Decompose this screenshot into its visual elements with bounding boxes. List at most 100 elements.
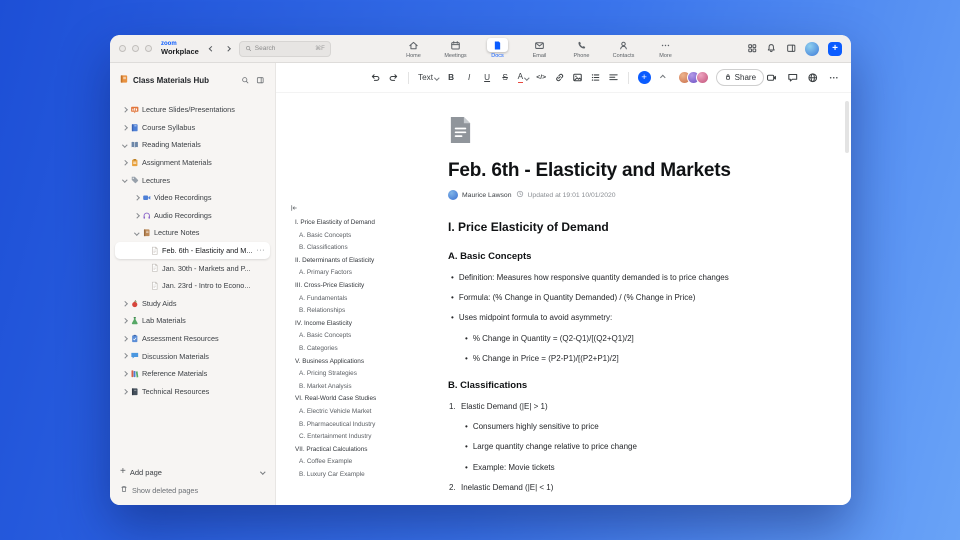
sidebar-item[interactable]: Assessment Resources	[115, 330, 270, 348]
doc-bullet[interactable]: • % Change in Quantity = (Q2-Q1)/[(Q2+Q1)…	[465, 334, 844, 343]
doc-heading[interactable]: B. Classifications	[448, 380, 844, 391]
toc-item[interactable]: V. Business Applications	[290, 356, 402, 369]
toc-item[interactable]: B. Classifications	[290, 242, 402, 255]
undo-button[interactable]	[370, 70, 381, 85]
chevron-right-icon[interactable]	[120, 107, 129, 113]
notifications-icon[interactable]	[766, 43, 777, 54]
chevron-right-icon[interactable]	[120, 353, 129, 359]
toc-item[interactable]: B. Relationships	[290, 305, 402, 318]
tab-meetings[interactable]: Meetings	[436, 38, 475, 59]
tab-phone[interactable]: Phone	[562, 38, 601, 59]
side-panel-icon[interactable]	[786, 43, 797, 54]
bulleted-list-button[interactable]	[590, 70, 601, 85]
toc-item[interactable]: I. Price Elasticity of Demand	[290, 217, 402, 230]
collaborator-avatars[interactable]	[677, 71, 709, 84]
tab-contacts[interactable]: Contacts	[604, 38, 643, 59]
doc-bullet[interactable]: • % Change in Price = (P2-P1)/[(P2+P1)/2]	[465, 354, 844, 363]
tab-home[interactable]: Home	[394, 38, 433, 59]
underline-button[interactable]: U	[482, 70, 493, 85]
chevron-right-icon[interactable]	[120, 388, 129, 394]
chevron-right-icon[interactable]	[120, 371, 129, 377]
insert-button[interactable]: +	[637, 70, 651, 85]
sidebar-item[interactable]: Course Syllabus	[115, 119, 270, 137]
toc-item[interactable]: A. Coffee Example	[290, 456, 402, 469]
forward-button[interactable]	[224, 44, 231, 54]
toc-item[interactable]: A. Pricing Strategies	[290, 368, 402, 381]
sidebar-item[interactable]: Technical Resources	[115, 383, 270, 401]
chevron-right-icon[interactable]	[120, 124, 129, 130]
toc-item[interactable]: A. Primary Factors	[290, 267, 402, 280]
code-button[interactable]: </>	[536, 70, 547, 85]
sidebar-item[interactable]: Lecture Notes	[115, 224, 270, 242]
more-options-icon[interactable]: ···	[257, 247, 266, 254]
toc-item[interactable]: A. Fundamentals	[290, 293, 402, 306]
image-button[interactable]	[572, 70, 583, 85]
toc-item[interactable]: A. Basic Concepts	[290, 330, 402, 343]
chevron-right-icon[interactable]	[120, 335, 129, 342]
text-color-button[interactable]: A	[517, 70, 530, 85]
sidebar-item[interactable]: Reading Materials	[115, 136, 270, 154]
chevron-right-icon[interactable]	[132, 212, 141, 218]
scrollbar-thumb[interactable]	[845, 101, 849, 153]
sidebar-item[interactable]: Jan. 30th - Markets and P...	[115, 259, 270, 277]
collaborator-avatar[interactable]	[695, 71, 709, 84]
doc-bullet[interactable]: • Example: Movie tickets	[465, 463, 844, 472]
comment-button[interactable]	[787, 70, 799, 85]
close-window-button[interactable]	[119, 45, 126, 52]
toc-item[interactable]: IV. Income Elasticity	[290, 318, 402, 331]
toc-item[interactable]: II. Determinants of Elasticity	[290, 255, 402, 268]
more-button[interactable]	[828, 70, 840, 85]
chevron-right-icon[interactable]	[120, 300, 129, 306]
link-button[interactable]	[554, 70, 565, 85]
global-search-input[interactable]: Search ⌘F	[238, 40, 331, 57]
toc-item[interactable]: III. Cross-Price Elasticity	[290, 280, 402, 293]
new-button[interactable]: +	[828, 41, 842, 56]
sidebar-item[interactable]: Jan. 23rd - Intro to Econo...	[115, 277, 270, 295]
sidebar-item[interactable]: Audio Recordings	[115, 207, 270, 225]
tab-more[interactable]: More	[646, 38, 685, 59]
toc-item[interactable]: A. Electric Vehicle Market	[290, 406, 402, 419]
document-icon[interactable]	[448, 115, 844, 150]
collapse-toolbar-button[interactable]	[658, 70, 669, 85]
doc-bullet[interactable]: • Large quantity change relative to price…	[465, 442, 844, 451]
sidebar-item[interactable]: Discussion Materials	[115, 347, 270, 365]
document-canvas[interactable]: I. Price Elasticity of Demand A. Basic Co…	[276, 93, 851, 505]
doc-bullet[interactable]: • Consumers highly sensitive to price	[465, 422, 844, 431]
chevron-down-icon[interactable]	[120, 142, 129, 148]
tab-docs[interactable]: Docs	[478, 38, 517, 59]
chevron-right-icon[interactable]	[120, 318, 129, 324]
doc-heading[interactable]: A. Basic Concepts	[448, 251, 844, 262]
user-avatar[interactable]	[805, 41, 819, 56]
chevron-right-icon[interactable]	[132, 195, 141, 201]
text-style-button[interactable]: Text	[418, 70, 440, 85]
sidebar-item[interactable]: Lecture Slides/Presentations	[115, 101, 270, 119]
chevron-down-icon[interactable]	[120, 177, 129, 183]
redo-button[interactable]	[388, 70, 399, 85]
maximize-window-button[interactable]	[145, 45, 152, 52]
doc-bullet[interactable]: • Definition: Measures how responsive qua…	[451, 273, 844, 282]
sidebar-item[interactable]: Assignment Materials	[115, 154, 270, 172]
toc-item[interactable]: C. Entertainment Industry	[290, 431, 402, 444]
document[interactable]: Feb. 6th - Elasticity and Markets Mauric…	[448, 93, 844, 492]
globe-button[interactable]	[807, 70, 819, 85]
doc-numbered-item[interactable]: 1. Elastic Demand (|E| > 1)	[449, 402, 844, 411]
toc-item[interactable]: B. Categories	[290, 343, 402, 356]
doc-bullet[interactable]: • Formula: (% Change in Quantity Demanded…	[451, 293, 844, 302]
video-call-button[interactable]	[766, 70, 778, 85]
minimize-window-button[interactable]	[132, 45, 139, 52]
toc-item[interactable]: VII. Practical Calculations	[290, 444, 402, 457]
chevron-down-icon[interactable]	[260, 469, 266, 475]
apps-icon[interactable]	[747, 43, 758, 54]
toc-item[interactable]: B. Market Analysis	[290, 381, 402, 394]
collapse-outline-icon[interactable]	[290, 204, 298, 212]
sidebar-collapse-icon[interactable]	[255, 76, 266, 85]
sidebar-item[interactable]: Video Recordings	[115, 189, 270, 207]
toc-item[interactable]: VI. Real-World Case Studies	[290, 393, 402, 406]
chevron-right-icon[interactable]	[120, 160, 129, 166]
toc-item[interactable]: B. Pharmaceutical Industry	[290, 419, 402, 432]
bold-button[interactable]: B	[446, 70, 457, 85]
doc-heading[interactable]: I. Price Elasticity of Demand	[448, 220, 844, 234]
back-button[interactable]	[208, 44, 215, 54]
add-page-button[interactable]: + Add page	[120, 467, 266, 477]
toc-item[interactable]: A. Basic Concepts	[290, 230, 402, 243]
